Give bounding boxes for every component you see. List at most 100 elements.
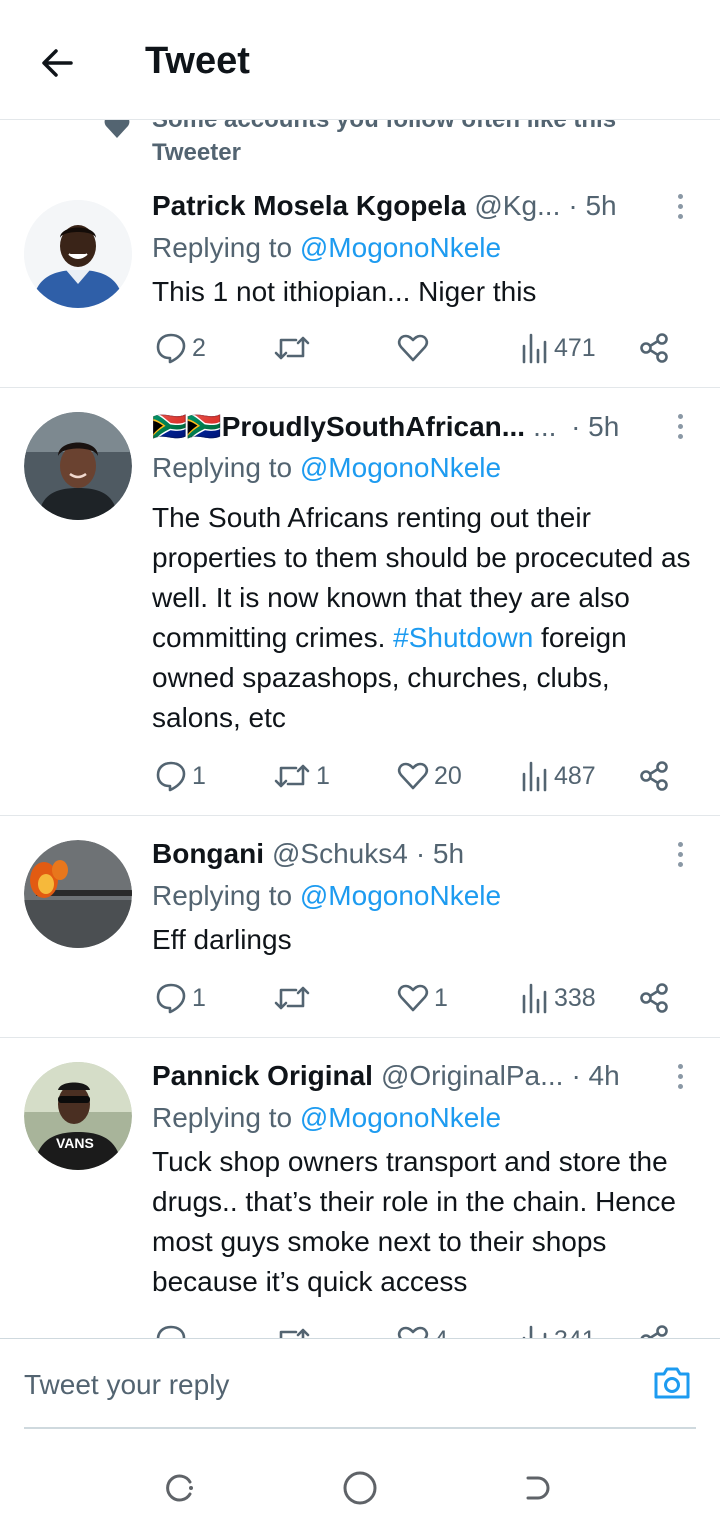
like-button[interactable]: 4: [396, 1320, 448, 1338]
tweet-actions: 1 1 20 487: [152, 756, 682, 796]
more-options-button[interactable]: [670, 836, 690, 872]
reply-button[interactable]: 2: [154, 328, 206, 368]
replying-to-mention[interactable]: @MogonoNkele: [300, 1102, 501, 1133]
retweet-count: 1: [316, 761, 330, 790]
replying-to-label: Replying to: [152, 1102, 300, 1133]
retweet-button[interactable]: 1: [272, 756, 330, 796]
system-navigation-bar: [0, 1440, 720, 1534]
retweet-icon: [274, 764, 310, 788]
camera-icon: [654, 1367, 690, 1399]
replying-to: Replying to @MogonoNkele: [152, 452, 501, 484]
more-vertical-icon: [677, 841, 683, 847]
author-name[interactable]: Pannick Original: [152, 1060, 373, 1092]
tweet-text: The South Africans renting out their pro…: [152, 498, 702, 738]
like-count: 4: [434, 1326, 448, 1339]
views-bar-chart-icon: [522, 983, 547, 1014]
social-context-name: Tweeter: [152, 139, 241, 166]
avatar[interactable]: [24, 200, 132, 308]
replying-to-label: Replying to: [152, 452, 300, 483]
author-name[interactable]: 🇿🇦🇿🇦ProudlySouthAfrican...: [152, 410, 525, 443]
reply-button[interactable]: 1: [154, 978, 206, 1018]
share-icon: [640, 983, 668, 1013]
avatar[interactable]: VANS: [24, 1062, 132, 1170]
replying-to-mention[interactable]: @MogonoNkele: [300, 232, 501, 263]
tweet-time[interactable]: · 5h: [416, 838, 464, 870]
views-count: 471: [554, 333, 596, 362]
share-icon: [640, 1325, 668, 1338]
reply-composer[interactable]: Tweet your reply: [0, 1338, 720, 1428]
views-count: 338: [554, 983, 596, 1012]
reply-bubble-icon: [156, 983, 186, 1014]
reply-count: 2: [192, 333, 206, 362]
reply-input[interactable]: Tweet your reply: [24, 1369, 229, 1401]
author-handle[interactable]: ...: [533, 411, 563, 443]
more-options-button[interactable]: [670, 188, 690, 224]
tweet-time[interactable]: · 4h: [571, 1060, 619, 1092]
recents-icon: [166, 1474, 193, 1502]
social-context: Some accounts you follow often like this…: [0, 120, 720, 168]
views-count: 341: [554, 1326, 596, 1339]
more-options-button[interactable]: [670, 1058, 690, 1094]
tweet-actions: 2 471: [152, 328, 682, 368]
tweet-reply[interactable]: Bongani @Schuks4 · 5h Replying to @Mogon…: [0, 816, 720, 1038]
heart-icon: [397, 762, 429, 790]
replying-to-mention[interactable]: @MogonoNkele: [300, 880, 501, 911]
like-button[interactable]: [396, 328, 434, 368]
like-button[interactable]: 1: [396, 978, 448, 1018]
reply-count: 1: [192, 761, 206, 790]
retweet-button[interactable]: [272, 978, 316, 1018]
views-button[interactable]: 487: [520, 756, 596, 796]
reply-button[interactable]: 1: [154, 756, 206, 796]
retweet-icon: [279, 1328, 310, 1338]
page-title: Tweet: [145, 40, 250, 82]
heart-icon: [397, 1326, 429, 1338]
tweet-reply[interactable]: Patrick Mosela Kgopela @Kg... · 5h Reply…: [0, 168, 720, 388]
reply-button[interactable]: [154, 1320, 192, 1338]
views-button[interactable]: 471: [520, 328, 596, 368]
replying-to-mention[interactable]: @MogonoNkele: [300, 452, 501, 483]
author-handle[interactable]: @OriginalPa...: [381, 1060, 564, 1092]
more-options-button[interactable]: [670, 408, 690, 444]
avatar[interactable]: [24, 840, 132, 948]
home-button[interactable]: [338, 1466, 382, 1510]
recents-button[interactable]: [158, 1466, 202, 1510]
views-button[interactable]: 341: [520, 1320, 596, 1338]
share-button[interactable]: [638, 1320, 672, 1338]
reply-bubble-icon: [156, 333, 186, 364]
tweet-actions: 4 341: [152, 1320, 682, 1338]
author-handle[interactable]: @Schuks4: [272, 838, 408, 870]
avatar[interactable]: [24, 412, 132, 520]
social-context-text: Some accounts you follow often like this: [152, 120, 616, 134]
tweet-text: Tuck shop owners transport and store the…: [152, 1146, 677, 1297]
author-handle[interactable]: @Kg...: [474, 190, 560, 222]
share-button[interactable]: [638, 328, 672, 368]
arrow-left-icon: [42, 49, 73, 77]
share-icon: [640, 333, 668, 363]
like-button[interactable]: 20: [396, 756, 462, 796]
tweet-reply[interactable]: VANS Pannick Original @OriginalPa... · 4…: [0, 1038, 720, 1338]
share-button[interactable]: [638, 756, 672, 796]
replying-to-label: Replying to: [152, 880, 300, 911]
retweet-icon: [274, 986, 310, 1010]
author-name[interactable]: Bongani: [152, 838, 264, 870]
views-button[interactable]: 338: [520, 978, 596, 1018]
like-count: 1: [434, 983, 448, 1012]
camera-button[interactable]: [650, 1361, 694, 1405]
back-button[interactable]: [34, 40, 80, 86]
author-name[interactable]: Patrick Mosela Kgopela: [152, 190, 466, 222]
replying-to: Replying to @MogonoNkele: [152, 880, 501, 912]
retweet-icon: [274, 336, 310, 360]
hashtag-link[interactable]: #Shutdown: [393, 622, 533, 653]
nav-back-button[interactable]: [516, 1466, 560, 1510]
tweet-time[interactable]: · 5h: [571, 411, 619, 443]
replying-to: Replying to @MogonoNkele: [152, 232, 501, 264]
reply-bubble-icon: [156, 761, 186, 792]
retweet-button[interactable]: [272, 328, 316, 368]
share-button[interactable]: [638, 978, 672, 1018]
top-app-bar: Tweet: [0, 0, 720, 120]
retweet-button[interactable]: [272, 1320, 316, 1338]
reply-thread[interactable]: Some accounts you follow often like this…: [0, 120, 720, 1338]
tweet-header: Pannick Original @OriginalPa... · 4h: [152, 1060, 660, 1096]
tweet-time[interactable]: · 5h: [568, 190, 616, 222]
tweet-reply[interactable]: 🇿🇦🇿🇦ProudlySouthAfrican... ... · 5h Repl…: [0, 388, 720, 816]
